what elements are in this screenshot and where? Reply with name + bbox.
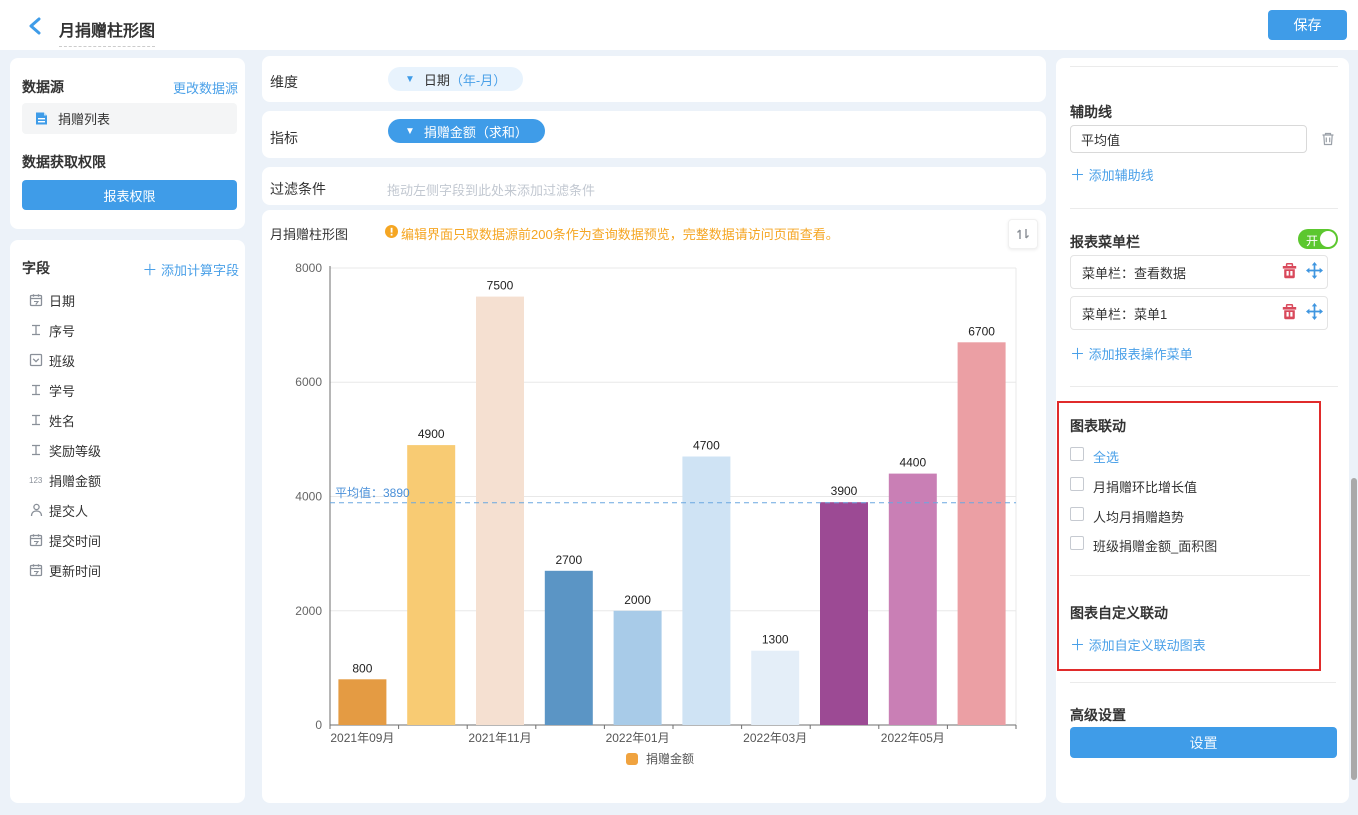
svg-text:平均值：3890: 平均值：3890 bbox=[335, 485, 410, 500]
svg-text:8000: 8000 bbox=[295, 261, 322, 275]
svg-text:2022年01月: 2022年01月 bbox=[606, 731, 670, 745]
svg-text:2021年09月: 2021年09月 bbox=[330, 731, 394, 745]
svg-text:0: 0 bbox=[315, 718, 322, 732]
svg-text:7500: 7500 bbox=[487, 279, 514, 293]
svg-text:4000: 4000 bbox=[295, 490, 322, 504]
svg-text:2021年11月: 2021年11月 bbox=[468, 731, 531, 745]
svg-text:2000: 2000 bbox=[295, 604, 322, 618]
svg-text:4900: 4900 bbox=[418, 427, 445, 441]
svg-text:4700: 4700 bbox=[693, 439, 720, 453]
svg-text:捐赠金额: 捐赠金额 bbox=[646, 751, 694, 766]
svg-text:2022年05月: 2022年05月 bbox=[881, 731, 945, 745]
svg-text:3900: 3900 bbox=[831, 484, 858, 498]
svg-text:4400: 4400 bbox=[899, 456, 926, 470]
svg-text:6000: 6000 bbox=[295, 375, 322, 389]
svg-text:1300: 1300 bbox=[762, 633, 789, 647]
svg-text:800: 800 bbox=[352, 661, 372, 675]
svg-text:2022年03月: 2022年03月 bbox=[743, 731, 807, 745]
svg-text:6700: 6700 bbox=[968, 324, 995, 338]
svg-text:2000: 2000 bbox=[624, 593, 651, 607]
svg-text:2700: 2700 bbox=[555, 553, 582, 567]
